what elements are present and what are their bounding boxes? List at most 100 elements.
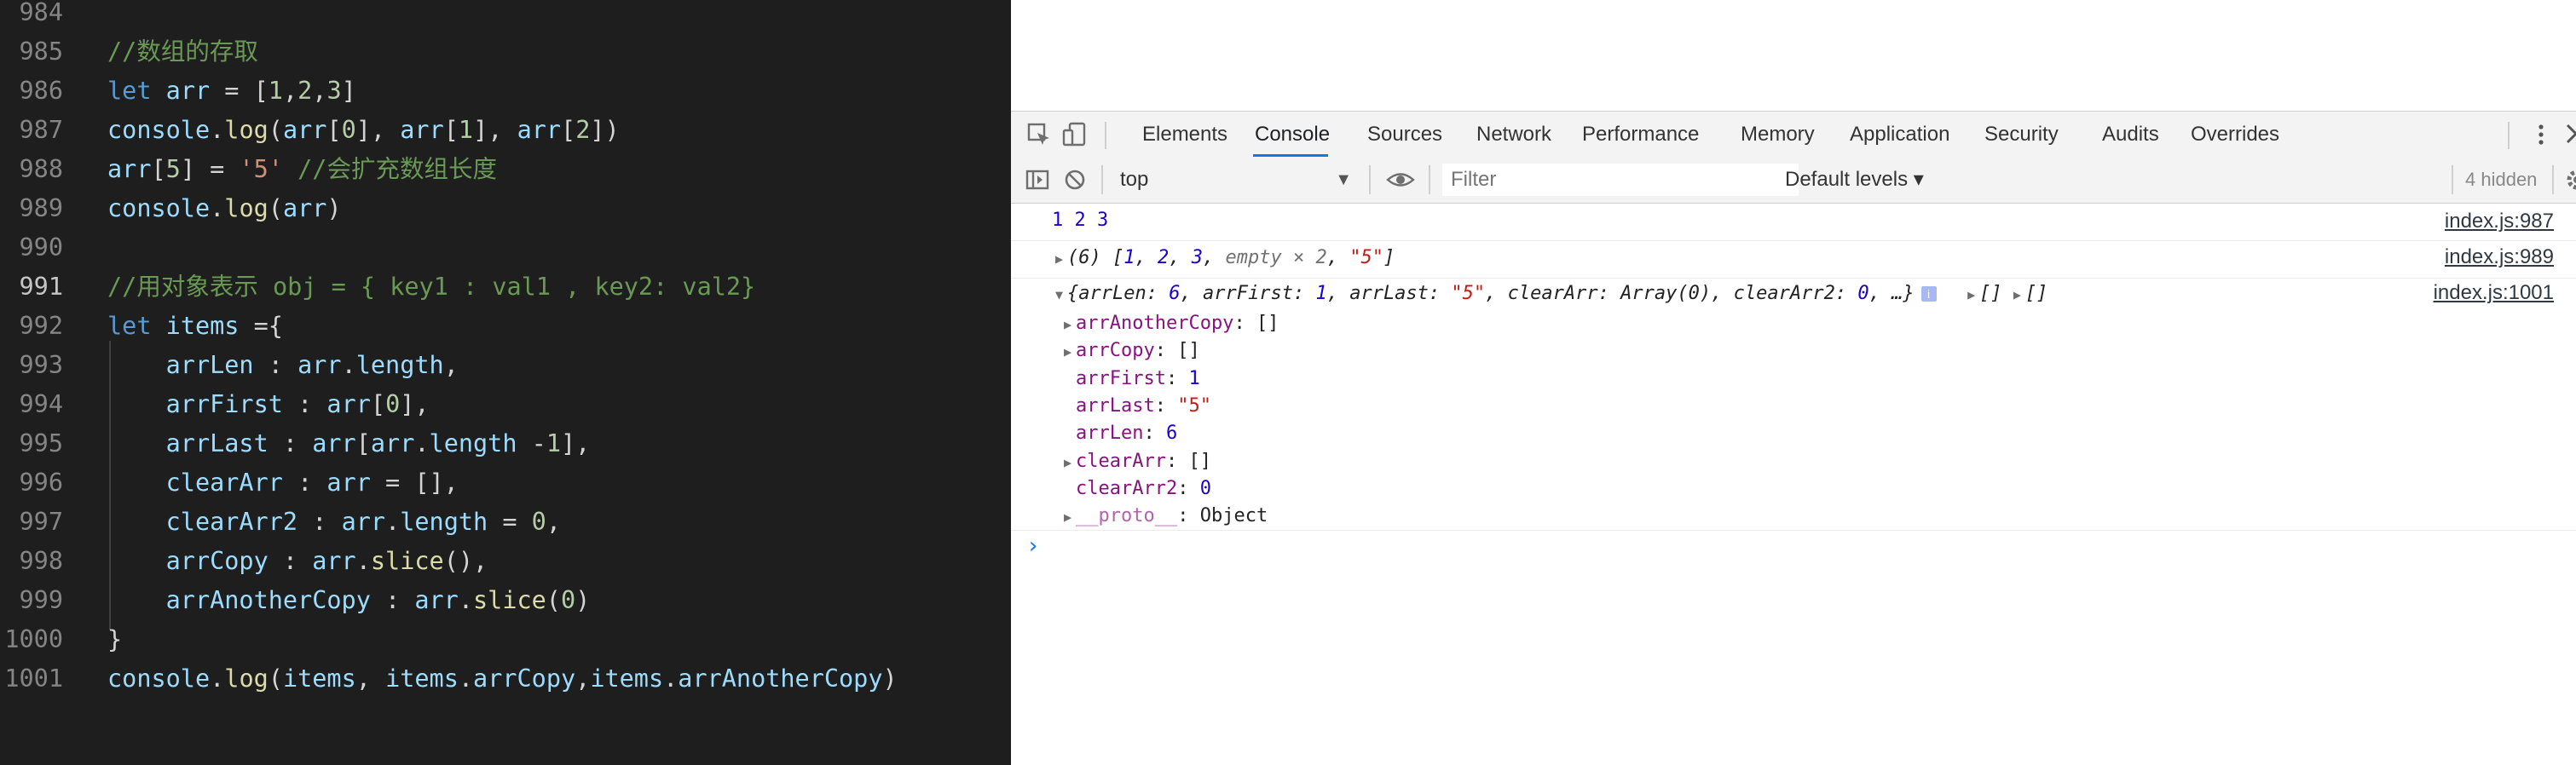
code-token: items xyxy=(165,312,240,340)
console-message: ▼ {arrLen: 6, arrFirst: 1, arrLast: "5", … xyxy=(1011,278,2576,531)
expand-triangle-icon[interactable]: ▶ xyxy=(1967,287,1979,302)
code-token: ], xyxy=(473,116,517,144)
array-preview[interactable]: [] xyxy=(2025,283,2048,304)
source-link[interactable]: index.js:987 xyxy=(2445,210,2554,233)
property-value: "5" xyxy=(1451,283,1486,304)
line-code: console.log(arr) xyxy=(107,189,342,228)
code-token: arr xyxy=(326,469,371,497)
code-line[interactable]: 997 clearArr2 : arr.length = 0, xyxy=(0,503,1011,542)
code-line[interactable]: 999 arrAnotherCopy : arr.slice(0) xyxy=(0,581,1011,620)
device-toolbar-icon[interactable] xyxy=(1062,122,1088,147)
kebab-menu-icon[interactable] xyxy=(2528,122,2554,147)
code-line[interactable]: 992 let items ={ xyxy=(0,307,1011,346)
source-link[interactable]: index.js:1001 xyxy=(2434,281,2554,305)
code-line[interactable]: 987 console.log(arr[0], arr[1], arr[2]) xyxy=(0,111,1011,150)
property-key: __proto__ xyxy=(1076,505,1178,527)
code-token: arr xyxy=(326,390,371,418)
code-line[interactable]: 985 //数组的存取 xyxy=(0,32,1011,72)
toolbar-divider xyxy=(1101,165,1103,194)
separator: , xyxy=(1135,247,1158,268)
expand-triangle-icon[interactable]: ▶ xyxy=(1064,311,1076,338)
expand-triangle-icon[interactable]: ▶ xyxy=(1064,338,1076,365)
property-value: 1 xyxy=(1315,283,1327,304)
execution-context-select[interactable]: top ▼ xyxy=(1120,165,1355,194)
property-row[interactable]: ▶ __proto__: Object xyxy=(1064,503,1268,530)
code-token: 3 xyxy=(326,77,342,105)
line-code: arrFirst : arr[0], xyxy=(107,385,430,424)
tab-memory[interactable]: Memory xyxy=(1737,112,1818,158)
expand-triangle-icon[interactable]: ▶ xyxy=(1055,251,1067,267)
expand-triangle-icon[interactable]: ▶ xyxy=(1064,503,1076,531)
array-value: 1 xyxy=(1123,247,1135,268)
line-code: arrAnotherCopy : arr.slice(0) xyxy=(107,581,591,620)
line-code: arrLast : arr[arr.length -1], xyxy=(107,424,591,463)
tab-console[interactable]: Console xyxy=(1251,112,1333,158)
tab-performance[interactable]: Performance xyxy=(1579,112,1702,158)
code-token: . xyxy=(355,547,371,575)
code-line[interactable]: 1001 console.log(items, items.arrCopy,ite… xyxy=(0,659,1011,699)
tab-application[interactable]: Application xyxy=(1846,112,1953,158)
array-preview[interactable]: [] xyxy=(1979,283,2002,304)
clear-console-icon[interactable] xyxy=(1062,167,1088,193)
code-token: , xyxy=(282,77,298,105)
hidden-messages-count: 4 hidden xyxy=(2465,169,2538,190)
property-row[interactable]: ▶ arrAnotherCopy: [] xyxy=(1064,310,1279,337)
code-token: arrAnotherCopy xyxy=(678,664,883,693)
code-token: ( xyxy=(546,586,561,614)
code-line[interactable]: 998 arrCopy : arr.slice(), xyxy=(0,542,1011,581)
line-number: 998 xyxy=(19,547,63,575)
close-icon[interactable] xyxy=(2564,122,2576,147)
code-line[interactable]: 996 clearArr : arr = [], xyxy=(0,463,1011,503)
tab-sources[interactable]: Sources xyxy=(1364,112,1446,158)
info-icon[interactable]: i xyxy=(1920,286,1937,302)
log-levels-dropdown[interactable]: Default levels ▾ xyxy=(1785,157,1924,203)
live-expression-eye-icon[interactable] xyxy=(1386,167,1415,193)
code-editor[interactable]: 984 985//数组的存取 986 let arr = [1,2,3] 987 cons… xyxy=(0,0,1011,765)
filter-input[interactable] xyxy=(1442,164,1799,196)
code-line[interactable]: 994 arrFirst : arr[0], xyxy=(0,385,1011,424)
tab-network[interactable]: Network xyxy=(1473,112,1555,158)
array-suffix: ] xyxy=(1383,247,1395,268)
code-token: arr xyxy=(297,351,342,379)
code-token: arr xyxy=(107,155,152,183)
code-token: length xyxy=(355,351,444,379)
console-prompt[interactable]: › xyxy=(1026,533,1040,559)
code-line[interactable]: 1000} xyxy=(0,620,1011,659)
code-token: arrFirst xyxy=(165,390,283,418)
code-line[interactable]: 989 console.log(arr) xyxy=(0,189,1011,228)
inspect-element-icon[interactable] xyxy=(1026,122,1052,147)
property-value: 6 xyxy=(1169,283,1181,304)
object-preview[interactable]: ▼ {arrLen: 6, arrFirst: 1, arrLast: "5", … xyxy=(1055,283,2048,304)
console-sidebar-icon[interactable] xyxy=(1025,167,1050,193)
property-value: Array(0) xyxy=(1620,283,1712,304)
code-token: clearArr xyxy=(165,469,283,497)
array-preview[interactable]: ▶ (6) [1, 2, 3, empty × 2, "5"] xyxy=(1055,247,1395,268)
separator: , xyxy=(1169,247,1192,268)
code-token: : xyxy=(282,469,327,497)
code-line[interactable]: 986 let arr = [1,2,3] xyxy=(0,72,1011,111)
collapse-triangle-icon[interactable]: ▼ xyxy=(1055,287,1067,302)
property-row[interactable]: ▶ clearArr: [] xyxy=(1064,448,1211,475)
code-line[interactable]: 988 arr[5] = '5' //会扩充数组长度 xyxy=(0,150,1011,189)
code-line[interactable]: 993 arrLen : arr.length, xyxy=(0,346,1011,385)
source-link[interactable]: index.js:989 xyxy=(2445,245,2554,269)
code-line[interactable]: 995 arrLast : arr[arr.length -1], xyxy=(0,424,1011,463)
tab-elements[interactable]: Elements xyxy=(1139,112,1231,158)
property-key: arrFirst xyxy=(1202,283,1293,304)
tab-overrides[interactable]: Overrides xyxy=(2187,112,2283,158)
property-row[interactable]: ▶ arrCopy: [] xyxy=(1064,337,1200,365)
code-token: , xyxy=(312,77,327,105)
line-code: console.log(items, items.arrCopy,items.a… xyxy=(107,659,898,699)
line-number: 997 xyxy=(19,508,63,536)
gear-icon[interactable] xyxy=(2564,167,2576,193)
expand-triangle-icon[interactable]: ▶ xyxy=(2013,287,2025,302)
code-line[interactable]: 991 //用对象表示 obj = { key1 : val1 , key2: v… xyxy=(0,267,1011,307)
code-line[interactable]: 984 xyxy=(0,0,1011,32)
code-line[interactable]: 990 xyxy=(0,228,1011,267)
toolbar-divider xyxy=(2508,122,2510,149)
tab-security[interactable]: Security xyxy=(1981,112,2062,158)
tab-audits[interactable]: Audits xyxy=(2099,112,2163,158)
expand-triangle-icon[interactable]: ▶ xyxy=(1064,449,1076,476)
